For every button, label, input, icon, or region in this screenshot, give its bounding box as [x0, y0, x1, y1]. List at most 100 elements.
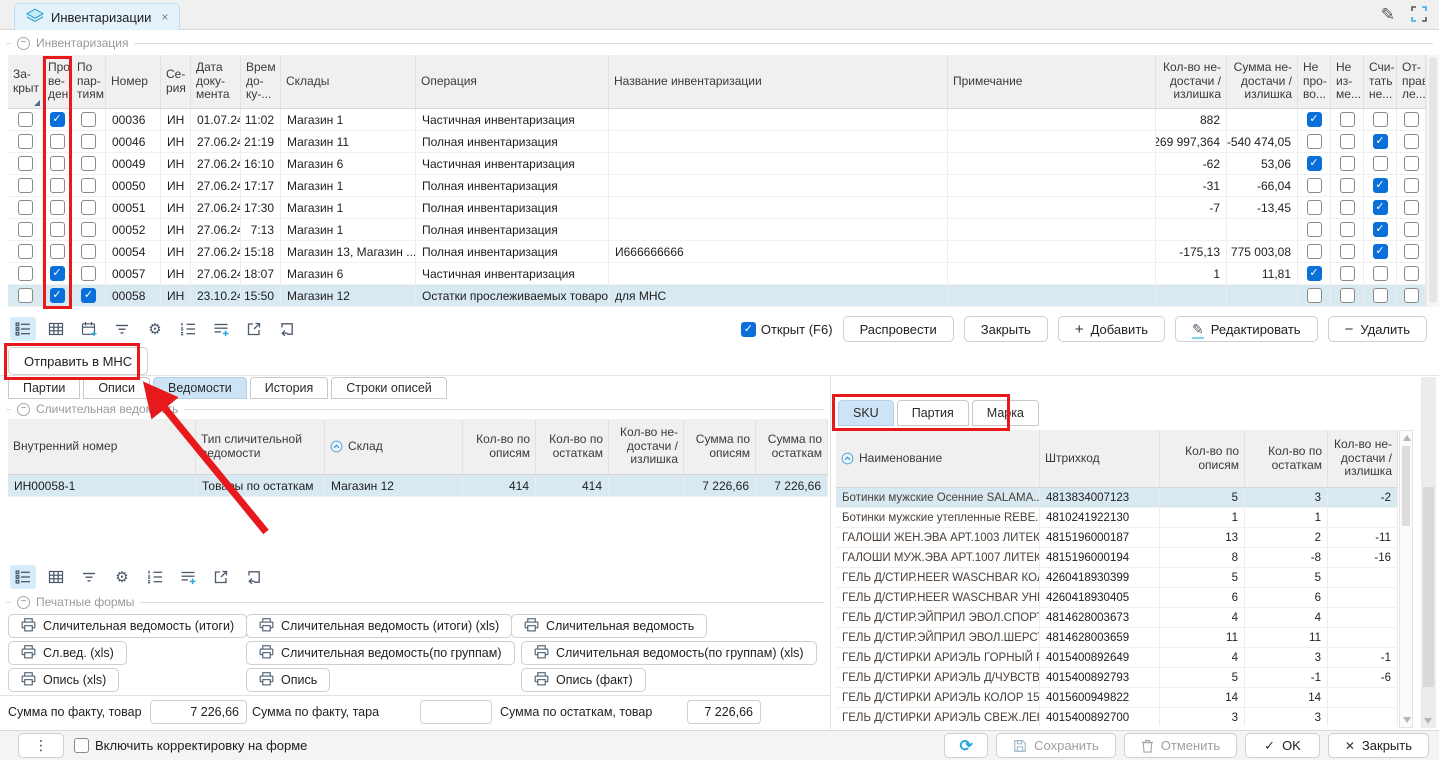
- sent-checkbox[interactable]: [1404, 112, 1419, 127]
- sku-cell[interactable]: 2: [1245, 528, 1328, 548]
- vedomost-column-header[interactable]: Сумма по описям: [684, 419, 756, 475]
- sku-cell[interactable]: -11: [1328, 528, 1398, 548]
- inv-cell[interactable]: [43, 109, 72, 131]
- collapse-icon[interactable]: [17, 37, 30, 50]
- posted-checkbox[interactable]: [50, 266, 65, 281]
- inv-cell[interactable]: [8, 153, 43, 175]
- posted-checkbox[interactable]: [50, 112, 65, 127]
- tab-SKU[interactable]: SKU: [838, 400, 894, 426]
- print-button[interactable]: Опись (xls): [8, 668, 119, 692]
- inv-column-header[interactable]: Склады: [281, 55, 416, 109]
- inv-cell[interactable]: [1364, 109, 1397, 131]
- refresh-icon[interactable]: [274, 317, 300, 341]
- numbered-list-icon[interactable]: [175, 317, 201, 341]
- close-tab-icon[interactable]: ×: [161, 10, 168, 24]
- inv-cell[interactable]: [1298, 263, 1331, 285]
- count-not-checkbox[interactable]: [1373, 134, 1388, 149]
- inv-cell[interactable]: Полная инвентаризация: [416, 219, 609, 241]
- sent-checkbox[interactable]: [1404, 266, 1419, 281]
- inv-cell[interactable]: 7:13: [241, 219, 281, 241]
- inv-cell[interactable]: [609, 153, 948, 175]
- tab-Партия[interactable]: Партия: [897, 400, 969, 426]
- sku-cell[interactable]: 5: [1160, 568, 1245, 588]
- sku-cell[interactable]: -1: [1245, 668, 1328, 688]
- not-changed-checkbox[interactable]: [1340, 200, 1355, 215]
- inv-cell[interactable]: 00052: [106, 219, 161, 241]
- inv-cell[interactable]: 00050: [106, 175, 161, 197]
- sku-cell[interactable]: 4: [1160, 608, 1245, 628]
- correction-checkbox[interactable]: Включить корректировку на форме: [74, 738, 307, 753]
- inv-column-header[interactable]: По пар-тиям: [72, 55, 106, 109]
- numbered-list-icon[interactable]: [142, 565, 168, 589]
- inv-cell[interactable]: [1364, 131, 1397, 153]
- inv-cell[interactable]: [1397, 109, 1426, 131]
- by-batches-checkbox[interactable]: [81, 288, 96, 303]
- sent-checkbox[interactable]: [1404, 134, 1419, 149]
- inv-cell[interactable]: [43, 175, 72, 197]
- edit-pencil-icon[interactable]: [1381, 5, 1395, 25]
- sku-cell[interactable]: 4015400892649: [1040, 648, 1160, 668]
- settings-gear-icon[interactable]: [142, 317, 168, 341]
- inv-cell[interactable]: [948, 175, 1156, 197]
- inv-cell[interactable]: [948, 241, 1156, 263]
- inv-cell[interactable]: [72, 285, 106, 307]
- cancel-button[interactable]: Отменить: [1124, 733, 1237, 758]
- inv-column-header[interactable]: Дата доку-мента: [191, 55, 241, 109]
- sku-cell[interactable]: 14: [1245, 688, 1328, 708]
- close-form-button[interactable]: Закрыть: [1328, 733, 1429, 758]
- sku-cell[interactable]: 3: [1245, 648, 1328, 668]
- inv-cell[interactable]: [1331, 175, 1364, 197]
- inv-cell[interactable]: [1227, 219, 1298, 241]
- inv-cell[interactable]: для МНС: [609, 285, 948, 307]
- count-not-checkbox[interactable]: [1373, 266, 1388, 281]
- not-posted-checkbox[interactable]: [1307, 112, 1322, 127]
- sku-cell[interactable]: 1: [1160, 508, 1245, 528]
- inv-cell[interactable]: [609, 197, 948, 219]
- sku-cell[interactable]: 11: [1160, 628, 1245, 648]
- inv-column-header[interactable]: Не про-во...: [1298, 55, 1331, 109]
- posted-checkbox[interactable]: [50, 244, 65, 259]
- inv-cell[interactable]: 882: [1156, 109, 1227, 131]
- closed-checkbox[interactable]: [18, 112, 33, 127]
- inv-cell[interactable]: Магазин 1: [281, 197, 416, 219]
- inv-cell[interactable]: [72, 197, 106, 219]
- inv-cell[interactable]: -66,04: [1227, 175, 1298, 197]
- delete-button[interactable]: Удалить: [1328, 316, 1427, 342]
- inv-cell[interactable]: 00046: [106, 131, 161, 153]
- sum-balance-goods-field[interactable]: 7 226,66: [687, 700, 761, 724]
- inv-column-header[interactable]: Примечание: [948, 55, 1156, 109]
- inv-column-header[interactable]: Номер: [106, 55, 161, 109]
- sku-cell[interactable]: -8: [1245, 548, 1328, 568]
- inv-cell[interactable]: [72, 263, 106, 285]
- inv-cell[interactable]: -269 997,364: [1156, 131, 1227, 153]
- by-batches-checkbox[interactable]: [81, 178, 96, 193]
- sku-cell[interactable]: Ботинки мужские Осенние SALAMA...: [836, 488, 1040, 508]
- print-button[interactable]: Сличительная ведомость(по группам) (xls): [521, 641, 817, 665]
- inv-column-header[interactable]: Сумма не-достачи / излишка: [1227, 55, 1298, 109]
- sku-cell[interactable]: 3: [1245, 708, 1328, 726]
- sku-cell[interactable]: 3: [1245, 488, 1328, 508]
- inv-column-header[interactable]: Кол-во не-достачи / излишка: [1156, 55, 1227, 109]
- inv-cell[interactable]: [609, 109, 948, 131]
- inv-cell[interactable]: [1364, 175, 1397, 197]
- inv-cell[interactable]: [1364, 219, 1397, 241]
- inv-column-header[interactable]: Счи-тать не...: [1364, 55, 1397, 109]
- inv-cell[interactable]: 27.06.24: [191, 175, 241, 197]
- inv-cell[interactable]: Полная инвентаризация: [416, 197, 609, 219]
- sku-cell[interactable]: -1: [1328, 648, 1398, 668]
- inv-cell[interactable]: 11:02: [241, 109, 281, 131]
- sku-cell[interactable]: ГЕЛЬ Д/СТИРКИ АРИЭЛЬ СВЕЖ.ЛЕН: [836, 708, 1040, 726]
- sku-cell[interactable]: 4260418930399: [1040, 568, 1160, 588]
- sku-cell[interactable]: 4: [1245, 608, 1328, 628]
- sku-cell[interactable]: ГЕЛЬ Д/СТИРКИ АРИЭЛЬ КОЛОР 15...: [836, 688, 1040, 708]
- count-not-checkbox[interactable]: [1373, 200, 1388, 215]
- closed-checkbox[interactable]: [18, 222, 33, 237]
- inv-cell[interactable]: ИН: [161, 285, 191, 307]
- not-changed-checkbox[interactable]: [1340, 244, 1355, 259]
- inv-cell[interactable]: -540 474,05: [1227, 131, 1298, 153]
- by-batches-checkbox[interactable]: [81, 222, 96, 237]
- count-not-checkbox[interactable]: [1373, 112, 1388, 127]
- vedomost-cell[interactable]: 414: [463, 475, 536, 497]
- sku-cell[interactable]: 4810241922130: [1040, 508, 1160, 528]
- vedomost-column-header[interactable]: Кол-во не-достачи / излишка: [609, 419, 684, 475]
